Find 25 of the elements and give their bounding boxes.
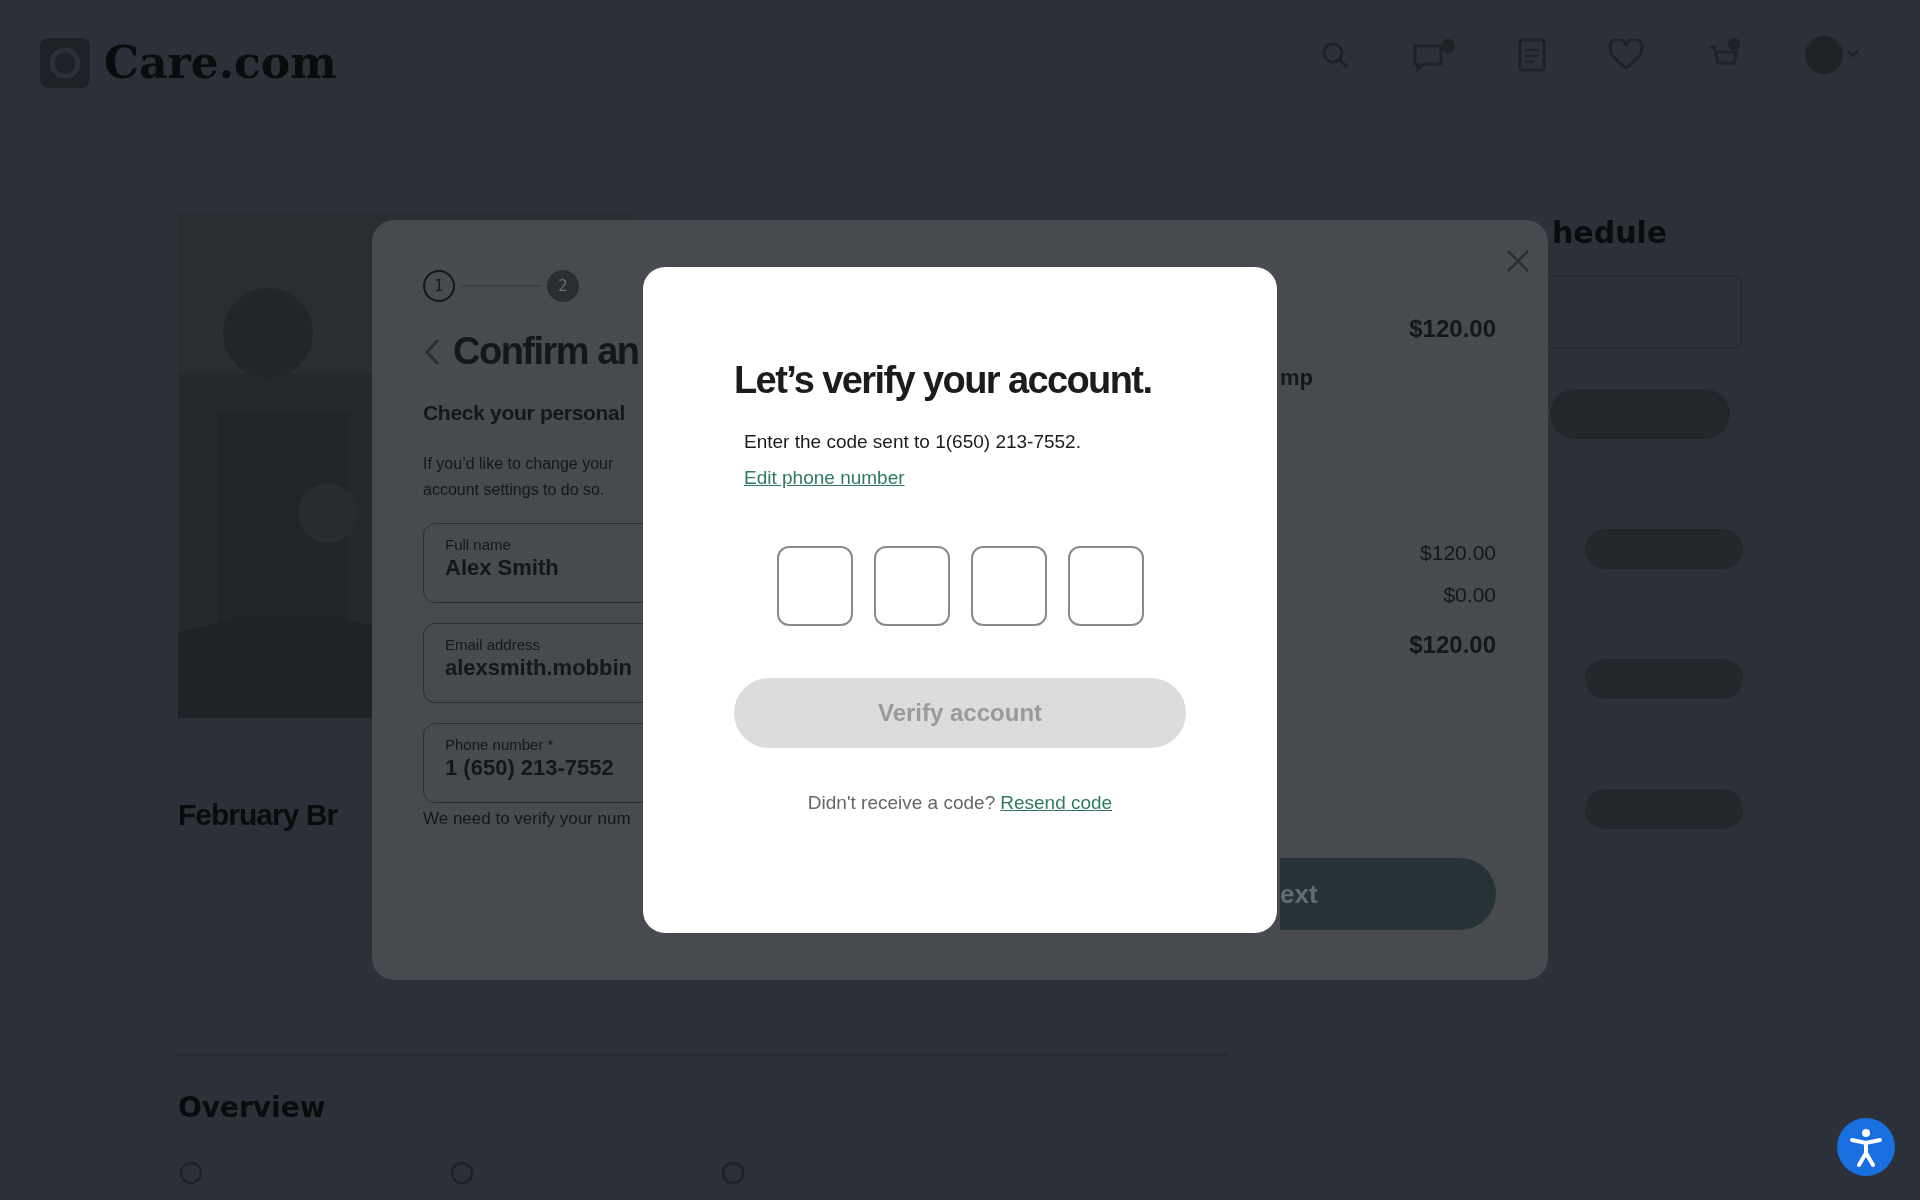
modal-title: Confirm an: [453, 330, 639, 373]
field-hint: We need to verify your num: [423, 809, 631, 829]
price: $120.00: [1409, 631, 1496, 659]
section-subtitle: Check your personal: [423, 401, 626, 425]
accessibility-icon[interactable]: [1837, 1118, 1895, 1176]
dialog-message: Enter the code sent to 1(650) 213-7552. Edit phone number: [744, 430, 1082, 490]
code-input[interactable]: [777, 546, 853, 626]
price: $0.00: [1443, 583, 1496, 607]
back-icon[interactable]: [423, 336, 441, 367]
note-text: If you’d like to change your: [423, 454, 614, 474]
resend-link[interactable]: Resend code: [1000, 792, 1113, 814]
note-text: account settings to do so.: [423, 480, 605, 500]
code-input[interactable]: [1068, 546, 1144, 626]
price: $120.00: [1409, 315, 1496, 343]
code-input[interactable]: [874, 546, 950, 626]
step-indicator: 2: [547, 270, 579, 302]
close-icon[interactable]: [1506, 249, 1530, 273]
code-input[interactable]: [971, 546, 1047, 626]
price: $120.00: [1420, 541, 1496, 565]
edit-phone-link[interactable]: Edit phone number: [744, 467, 905, 488]
step-indicator: 1: [423, 270, 455, 302]
next-button[interactable]: ext: [1280, 858, 1496, 930]
dialog-title: Let’s verify your account.: [734, 359, 1153, 402]
summary-label: mp: [1280, 365, 1314, 391]
resend-prompt: Didn't receive a code?: [807, 792, 996, 814]
